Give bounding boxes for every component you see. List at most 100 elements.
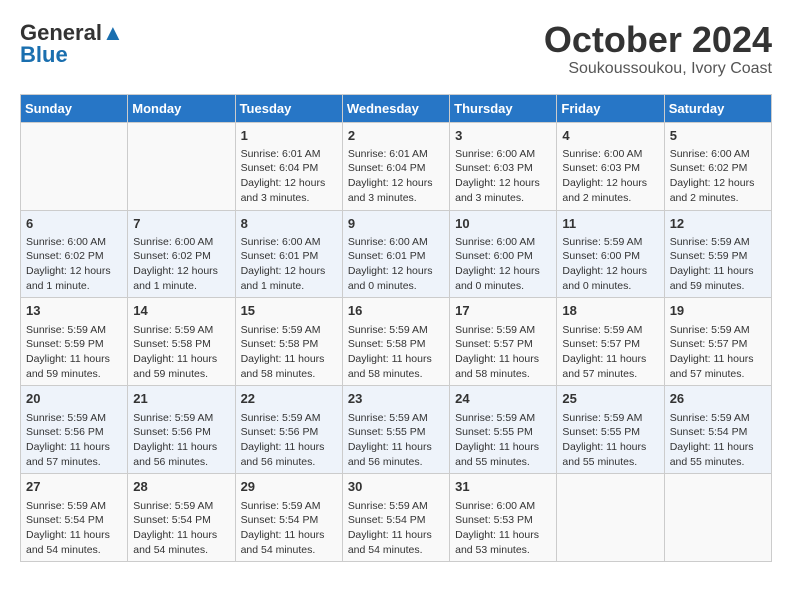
day-number: 22 <box>241 390 337 408</box>
day-info: Sunrise: 5:59 AMSunset: 5:57 PMDaylight:… <box>562 323 658 382</box>
calendar-week-row: 13 Sunrise: 5:59 AMSunset: 5:59 PMDayligh… <box>21 298 772 386</box>
weekday-header-friday: Friday <box>557 94 664 122</box>
weekday-header-monday: Monday <box>128 94 235 122</box>
day-info: Sunrise: 5:59 AMSunset: 5:58 PMDaylight:… <box>241 323 337 382</box>
calendar-cell: 26 Sunrise: 5:59 AMSunset: 5:54 PMDayligh… <box>664 386 771 474</box>
calendar-cell: 30 Sunrise: 5:59 AMSunset: 5:54 PMDayligh… <box>342 474 449 562</box>
day-number: 29 <box>241 478 337 496</box>
day-info: Sunrise: 6:00 AMSunset: 6:01 PMDaylight:… <box>241 235 337 294</box>
title-block: October 2024 Soukoussoukou, Ivory Coast <box>544 20 772 78</box>
day-info: Sunrise: 5:59 AMSunset: 5:56 PMDaylight:… <box>133 411 229 470</box>
day-number: 13 <box>26 302 122 320</box>
calendar-table: SundayMondayTuesdayWednesdayThursdayFrid… <box>20 94 772 563</box>
day-info: Sunrise: 5:59 AMSunset: 5:54 PMDaylight:… <box>670 411 766 470</box>
day-number: 14 <box>133 302 229 320</box>
day-info: Sunrise: 5:59 AMSunset: 5:55 PMDaylight:… <box>455 411 551 470</box>
calendar-week-row: 6 Sunrise: 6:00 AMSunset: 6:02 PMDaylight… <box>21 210 772 298</box>
calendar-cell <box>557 474 664 562</box>
calendar-cell: 2 Sunrise: 6:01 AMSunset: 6:04 PMDaylight… <box>342 122 449 210</box>
day-info: Sunrise: 6:00 AMSunset: 6:02 PMDaylight:… <box>26 235 122 294</box>
calendar-header-row: SundayMondayTuesdayWednesdayThursdayFrid… <box>21 94 772 122</box>
calendar-cell: 8Sunrise: 6:00 AMSunset: 6:01 PMDaylight… <box>235 210 342 298</box>
calendar-cell: 1 Sunrise: 6:01 AMSunset: 6:04 PMDaylight… <box>235 122 342 210</box>
weekday-header-saturday: Saturday <box>664 94 771 122</box>
calendar-cell: 11Sunrise: 5:59 AMSunset: 6:00 PMDayligh… <box>557 210 664 298</box>
day-info: Sunrise: 6:00 AMSunset: 6:01 PMDaylight:… <box>348 235 444 294</box>
day-info: Sunrise: 6:01 AMSunset: 6:04 PMDaylight:… <box>348 147 444 206</box>
day-info: Sunrise: 5:59 AMSunset: 5:57 PMDaylight:… <box>670 323 766 382</box>
calendar-cell <box>664 474 771 562</box>
weekday-header-sunday: Sunday <box>21 94 128 122</box>
calendar-cell: 18 Sunrise: 5:59 AMSunset: 5:57 PMDayligh… <box>557 298 664 386</box>
calendar-cell: 27Sunrise: 5:59 AMSunset: 5:54 PMDayligh… <box>21 474 128 562</box>
day-info: Sunrise: 5:59 AMSunset: 5:58 PMDaylight:… <box>348 323 444 382</box>
calendar-cell: 25 Sunrise: 5:59 AMSunset: 5:55 PMDayligh… <box>557 386 664 474</box>
day-number: 26 <box>670 390 766 408</box>
weekday-header-wednesday: Wednesday <box>342 94 449 122</box>
calendar-cell: 24Sunrise: 5:59 AMSunset: 5:55 PMDayligh… <box>450 386 557 474</box>
calendar-cell: 12 Sunrise: 5:59 AMSunset: 5:59 PMDayligh… <box>664 210 771 298</box>
weekday-header-thursday: Thursday <box>450 94 557 122</box>
day-info: Sunrise: 6:00 AMSunset: 6:02 PMDaylight:… <box>670 147 766 206</box>
location: Soukoussoukou, Ivory Coast <box>544 60 772 78</box>
calendar-week-row: 1 Sunrise: 6:01 AMSunset: 6:04 PMDaylight… <box>21 122 772 210</box>
day-number: 1 <box>241 127 337 145</box>
day-number: 3 <box>455 127 551 145</box>
day-info: Sunrise: 5:59 AMSunset: 5:58 PMDaylight:… <box>133 323 229 382</box>
day-number: 21 <box>133 390 229 408</box>
day-number: 9 <box>348 215 444 233</box>
calendar-cell: 13 Sunrise: 5:59 AMSunset: 5:59 PMDayligh… <box>21 298 128 386</box>
day-info: Sunrise: 5:59 AMSunset: 5:56 PMDaylight:… <box>26 411 122 470</box>
day-number: 12 <box>670 215 766 233</box>
calendar-cell: 19 Sunrise: 5:59 AMSunset: 5:57 PMDayligh… <box>664 298 771 386</box>
calendar-cell: 20Sunrise: 5:59 AMSunset: 5:56 PMDayligh… <box>21 386 128 474</box>
day-info: Sunrise: 5:59 AMSunset: 6:00 PMDaylight:… <box>562 235 658 294</box>
day-number: 18 <box>562 302 658 320</box>
day-info: Sunrise: 5:59 AMSunset: 5:54 PMDaylight:… <box>133 499 229 558</box>
calendar-cell: 9 Sunrise: 6:00 AMSunset: 6:01 PMDaylight… <box>342 210 449 298</box>
calendar-cell: 4 Sunrise: 6:00 AMSunset: 6:03 PMDaylight… <box>557 122 664 210</box>
calendar-cell: 15 Sunrise: 5:59 AMSunset: 5:58 PMDayligh… <box>235 298 342 386</box>
day-info: Sunrise: 5:59 AMSunset: 5:54 PMDaylight:… <box>26 499 122 558</box>
day-number: 17 <box>455 302 551 320</box>
calendar-cell: 14 Sunrise: 5:59 AMSunset: 5:58 PMDayligh… <box>128 298 235 386</box>
calendar-cell: 17 Sunrise: 5:59 AMSunset: 5:57 PMDayligh… <box>450 298 557 386</box>
logo-blue-text: Blue <box>20 42 68 68</box>
day-info: Sunrise: 5:59 AMSunset: 5:56 PMDaylight:… <box>241 411 337 470</box>
day-number: 28 <box>133 478 229 496</box>
day-number: 6 <box>26 215 122 233</box>
day-number: 30 <box>348 478 444 496</box>
day-info: Sunrise: 6:00 AMSunset: 6:03 PMDaylight:… <box>562 147 658 206</box>
day-number: 31 <box>455 478 551 496</box>
day-info: Sunrise: 5:59 AMSunset: 5:55 PMDaylight:… <box>562 411 658 470</box>
calendar-cell: 3 Sunrise: 6:00 AMSunset: 6:03 PMDaylight… <box>450 122 557 210</box>
day-info: Sunrise: 5:59 AMSunset: 5:59 PMDaylight:… <box>670 235 766 294</box>
calendar-cell <box>21 122 128 210</box>
day-info: Sunrise: 6:00 AMSunset: 6:03 PMDaylight:… <box>455 147 551 206</box>
day-info: Sunrise: 6:00 AMSunset: 6:00 PMDaylight:… <box>455 235 551 294</box>
day-number: 15 <box>241 302 337 320</box>
day-number: 2 <box>348 127 444 145</box>
calendar-cell: 28 Sunrise: 5:59 AMSunset: 5:54 PMDayligh… <box>128 474 235 562</box>
calendar-cell: 5 Sunrise: 6:00 AMSunset: 6:02 PMDaylight… <box>664 122 771 210</box>
day-info: Sunrise: 5:59 AMSunset: 5:54 PMDaylight:… <box>348 499 444 558</box>
day-info: Sunrise: 5:59 AMSunset: 5:55 PMDaylight:… <box>348 411 444 470</box>
calendar-cell: 22 Sunrise: 5:59 AMSunset: 5:56 PMDayligh… <box>235 386 342 474</box>
day-info: Sunrise: 6:01 AMSunset: 6:04 PMDaylight:… <box>241 147 337 206</box>
day-info: Sunrise: 5:59 AMSunset: 5:57 PMDaylight:… <box>455 323 551 382</box>
day-number: 4 <box>562 127 658 145</box>
calendar-cell: 10Sunrise: 6:00 AMSunset: 6:00 PMDayligh… <box>450 210 557 298</box>
calendar-week-row: 27Sunrise: 5:59 AMSunset: 5:54 PMDayligh… <box>21 474 772 562</box>
calendar-cell: 23Sunrise: 5:59 AMSunset: 5:55 PMDayligh… <box>342 386 449 474</box>
calendar-cell: 7 Sunrise: 6:00 AMSunset: 6:02 PMDaylight… <box>128 210 235 298</box>
calendar-cell: 21 Sunrise: 5:59 AMSunset: 5:56 PMDayligh… <box>128 386 235 474</box>
day-number: 7 <box>133 215 229 233</box>
day-number: 16 <box>348 302 444 320</box>
day-number: 25 <box>562 390 658 408</box>
month-title: October 2024 <box>544 20 772 60</box>
weekday-header-tuesday: Tuesday <box>235 94 342 122</box>
day-number: 5 <box>670 127 766 145</box>
day-info: Sunrise: 6:00 AMSunset: 6:02 PMDaylight:… <box>133 235 229 294</box>
day-info: Sunrise: 5:59 AMSunset: 5:59 PMDaylight:… <box>26 323 122 382</box>
day-number: 19 <box>670 302 766 320</box>
